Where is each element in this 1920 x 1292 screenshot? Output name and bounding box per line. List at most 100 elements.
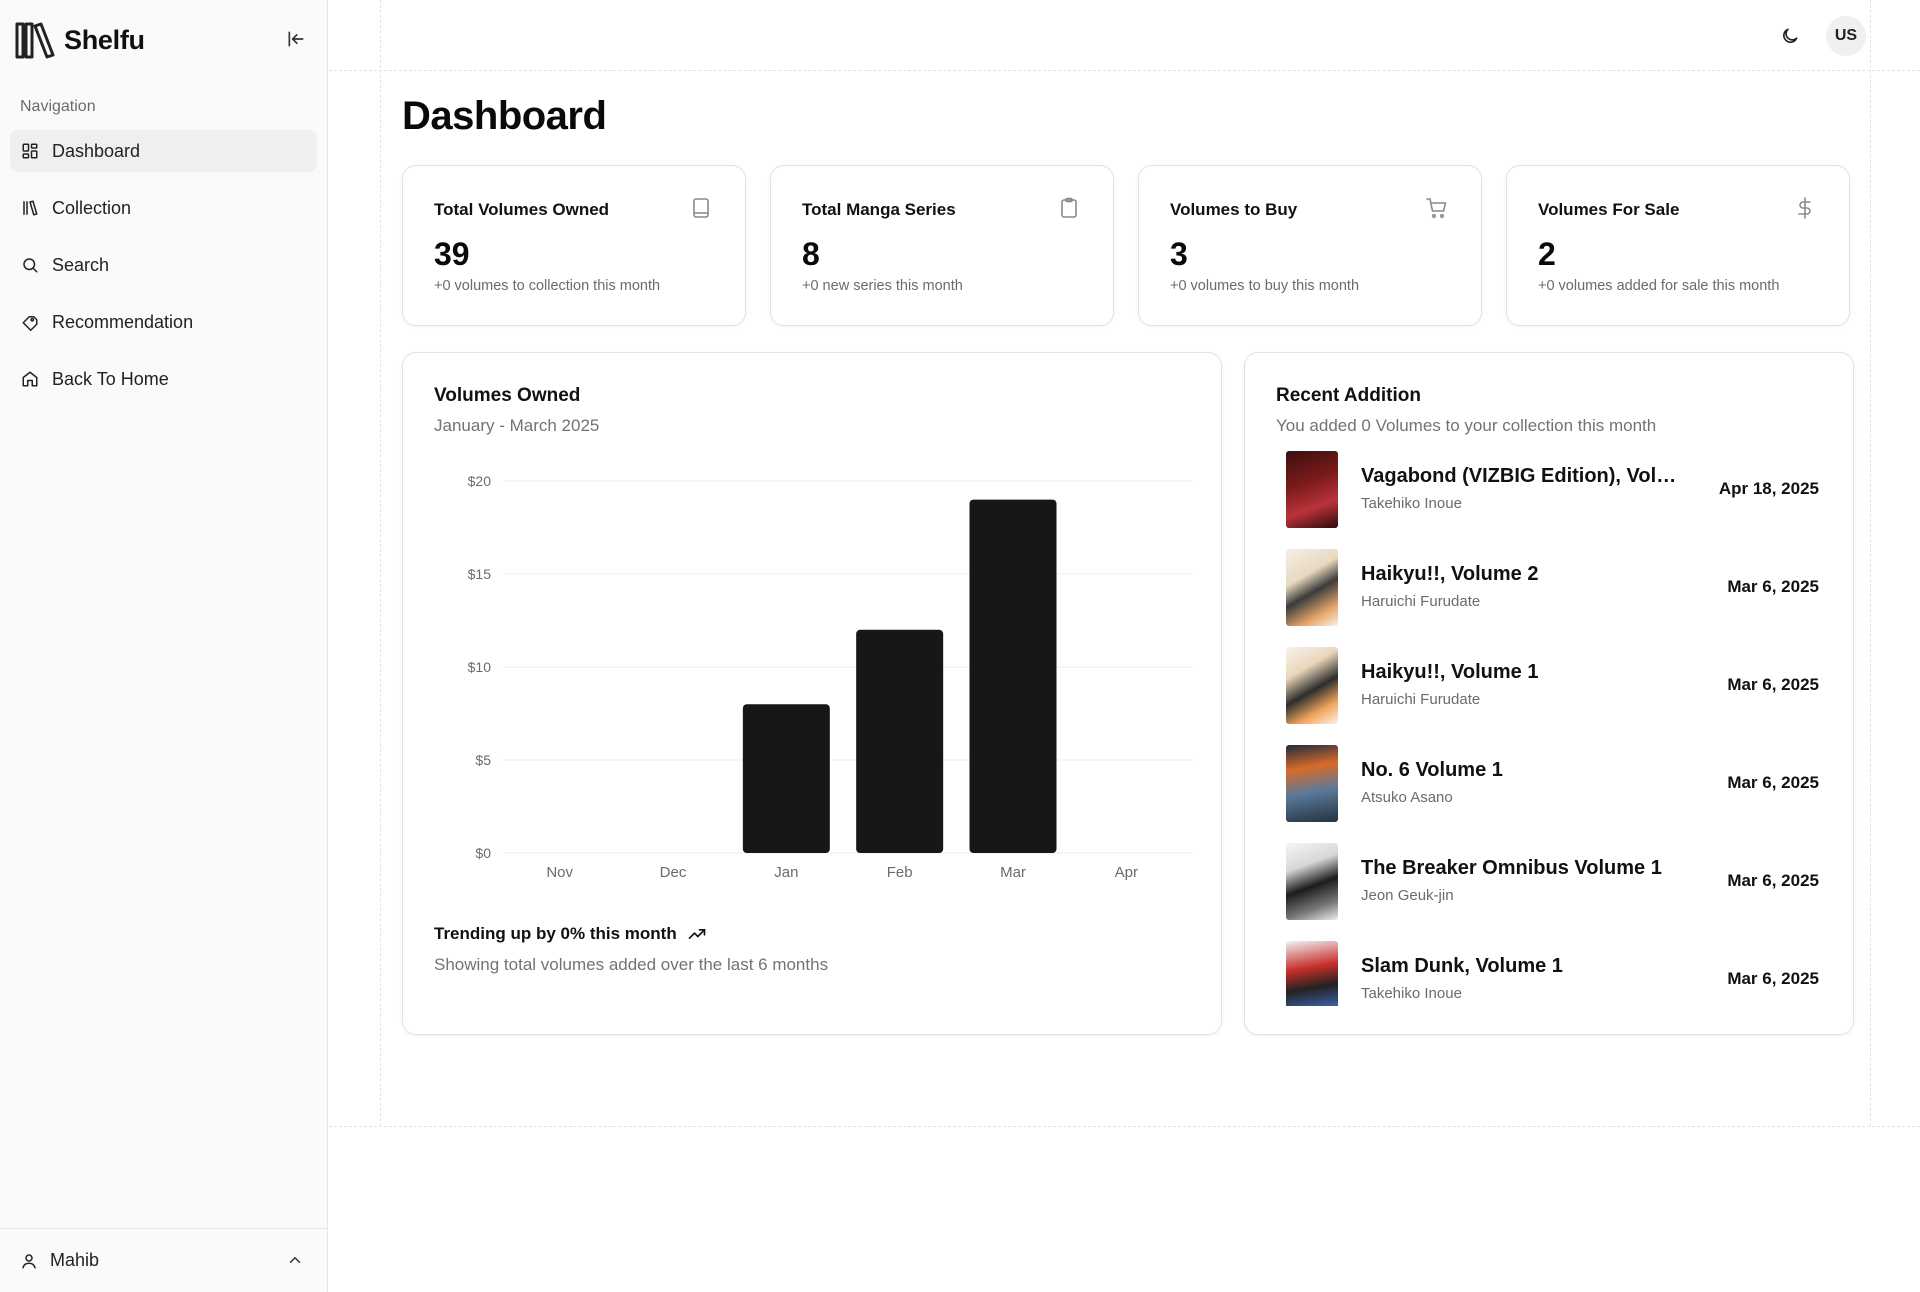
date-added: Mar 6, 2025	[1727, 871, 1819, 890]
sidebar-item-label: Search	[52, 254, 110, 275]
book-cover-image[interactable]	[1286, 549, 1338, 626]
book-title[interactable]: Haikyu!!, Volume 2	[1361, 563, 1681, 586]
chevron-up-icon	[289, 1256, 301, 1263]
y-tick-label: $5	[475, 752, 491, 768]
user-name: Mahib	[50, 1250, 100, 1270]
trending-up-icon	[688, 929, 706, 939]
shelf-logo-icon	[15, 22, 55, 59]
date-added: Apr 18, 2025	[1718, 479, 1819, 498]
stat-title: Total Manga Series	[802, 200, 956, 219]
book-title[interactable]: Vagabond (VIZBIG Edition), Volume 1	[1361, 465, 1681, 488]
stat-card-total-volumes: Total Volumes Owned 39 +0 volumes to col…	[402, 165, 746, 326]
stat-title: Volumes For Sale	[1538, 200, 1680, 219]
book-title[interactable]: No. 6 Volume 1	[1361, 759, 1681, 782]
stat-subtext: +0 volumes to buy this month	[1170, 278, 1360, 294]
stat-value: 39	[434, 236, 470, 272]
recent-addition-panel: Recent Addition You added 0 Volumes to y…	[1244, 352, 1854, 1035]
sidebar-item-search[interactable]: Search	[10, 244, 317, 286]
sidebar-item-collection[interactable]: Collection	[10, 187, 317, 229]
chart-bar-feb[interactable]	[856, 629, 944, 853]
x-tick-label: Mar	[1000, 864, 1026, 881]
y-tick-label: $15	[468, 566, 492, 582]
book-author: Haruichi Furudate	[1361, 593, 1481, 610]
stat-value: 3	[1170, 236, 1188, 272]
panel-title: Recent Addition	[1276, 385, 1421, 406]
y-tick-label: $10	[468, 659, 492, 675]
book-author: Takehiko Inoue	[1361, 495, 1462, 512]
book-author: Takehiko Inoue	[1361, 985, 1462, 1002]
collapse-icon	[288, 31, 304, 47]
book-author: Haruichi Furudate	[1361, 691, 1481, 708]
theme-toggle-button[interactable]	[1770, 16, 1810, 56]
cart-icon	[1426, 198, 1447, 219]
date-added: Mar 6, 2025	[1727, 969, 1819, 988]
book-title[interactable]: Haikyu!!, Volume 1	[1361, 661, 1681, 684]
search-icon	[20, 255, 40, 275]
nav-section-label: Navigation	[20, 98, 96, 115]
trend-indicator: Trending up by 0% this month	[434, 924, 707, 944]
page-title: Dashboard	[402, 94, 607, 138]
library-icon	[20, 198, 40, 218]
moon-icon	[1783, 28, 1798, 43]
sidebar-item-recommendation[interactable]: Recommendation	[10, 301, 317, 343]
volumes-owned-panel: Volumes Owned January - March 2025 $0 $5 $…	[402, 352, 1222, 1035]
content-right-guide	[1870, 0, 1871, 1126]
y-tick-label: $20	[468, 473, 492, 489]
chart-footnote: Showing total volumes added over the las…	[434, 955, 829, 974]
panel-subtitle: You added 0 Volumes to your collection t…	[1276, 416, 1657, 435]
sidebar: Shelfu Navigation Dashboard Collection S…	[0, 0, 328, 1292]
book-cover-image[interactable]	[1286, 843, 1338, 920]
trend-text: Trending up by 0% this month	[434, 924, 677, 943]
list-item[interactable]: Vagabond (VIZBIG Edition), Volume 1 Take…	[1283, 451, 1831, 549]
avatar[interactable]: US	[1826, 16, 1866, 56]
volumes-bar-chart: $0 $5 $10 $15 $20 Nov Dec Jan Feb Mar Apr	[468, 473, 1193, 881]
list-item[interactable]: Slam Dunk, Volume 1 Takehiko Inoue Mar 6…	[1283, 941, 1831, 1006]
list-item[interactable]: The Breaker Omnibus Volume 1 Jeon Geuk-j…	[1283, 843, 1831, 941]
collapse-sidebar-button[interactable]	[278, 24, 314, 54]
dashboard-icon	[20, 141, 40, 161]
sidebar-item-label: Back To Home	[52, 368, 169, 389]
user-menu[interactable]: Mahib	[0, 1228, 328, 1292]
stat-title: Volumes to Buy	[1170, 200, 1298, 219]
book-icon	[693, 198, 709, 218]
topbar-actions: US	[1770, 16, 1866, 56]
y-tick-label: $0	[475, 845, 491, 861]
book-cover-image[interactable]	[1286, 941, 1338, 1006]
x-tick-label: Apr	[1115, 864, 1138, 881]
x-tick-label: Dec	[660, 864, 687, 881]
stat-title: Total Volumes Owned	[434, 200, 610, 219]
recent-list[interactable]: Vagabond (VIZBIG Edition), Volume 1 Take…	[1283, 451, 1831, 1006]
sidebar-item-label: Collection	[52, 197, 132, 218]
stat-card-volumes-for-sale: Volumes For Sale 2 +0 volumes added for …	[1506, 165, 1850, 326]
clipboard-icon	[1061, 197, 1077, 218]
chart-bar-mar[interactable]	[969, 499, 1057, 853]
list-item[interactable]: No. 6 Volume 1 Atsuko Asano Mar 6, 2025	[1283, 745, 1831, 843]
home-icon	[20, 369, 40, 389]
stat-value: 8	[802, 236, 820, 272]
book-title[interactable]: Slam Dunk, Volume 1	[1361, 955, 1681, 978]
stat-card-total-series: Total Manga Series 8 +0 new series this …	[770, 165, 1114, 326]
dollar-icon	[1798, 197, 1811, 219]
list-item[interactable]: Haikyu!!, Volume 1 Haruichi Furudate Mar…	[1283, 647, 1831, 745]
content-bottom-divider	[329, 1126, 1920, 1127]
content-left-guide	[380, 0, 381, 1126]
sidebar-item-back-to-home[interactable]: Back To Home	[10, 358, 317, 400]
date-added: Mar 6, 2025	[1727, 773, 1819, 792]
date-added: Mar 6, 2025	[1727, 577, 1819, 596]
book-cover-image[interactable]	[1286, 647, 1338, 724]
brand[interactable]: Shelfu	[14, 18, 145, 62]
stat-card-volumes-to-buy: Volumes to Buy 3 +0 volumes to buy this …	[1138, 165, 1482, 326]
x-tick-label: Feb	[887, 864, 913, 881]
book-cover-image[interactable]	[1286, 745, 1338, 822]
book-title[interactable]: The Breaker Omnibus Volume 1	[1361, 857, 1681, 880]
user-icon	[22, 1253, 36, 1268]
date-added: Mar 6, 2025	[1727, 675, 1819, 694]
x-tick-label: Nov	[546, 864, 573, 881]
sidebar-item-label: Dashboard	[52, 140, 141, 161]
list-item[interactable]: Haikyu!!, Volume 2 Haruichi Furudate Mar…	[1283, 549, 1831, 647]
chart-bar-jan[interactable]	[742, 704, 830, 853]
stat-subtext: +0 volumes to collection this month	[434, 278, 661, 294]
sidebar-item-dashboard[interactable]: Dashboard	[10, 130, 317, 172]
book-author: Jeon Geuk-jin	[1361, 887, 1454, 904]
book-cover-image[interactable]	[1286, 451, 1338, 528]
